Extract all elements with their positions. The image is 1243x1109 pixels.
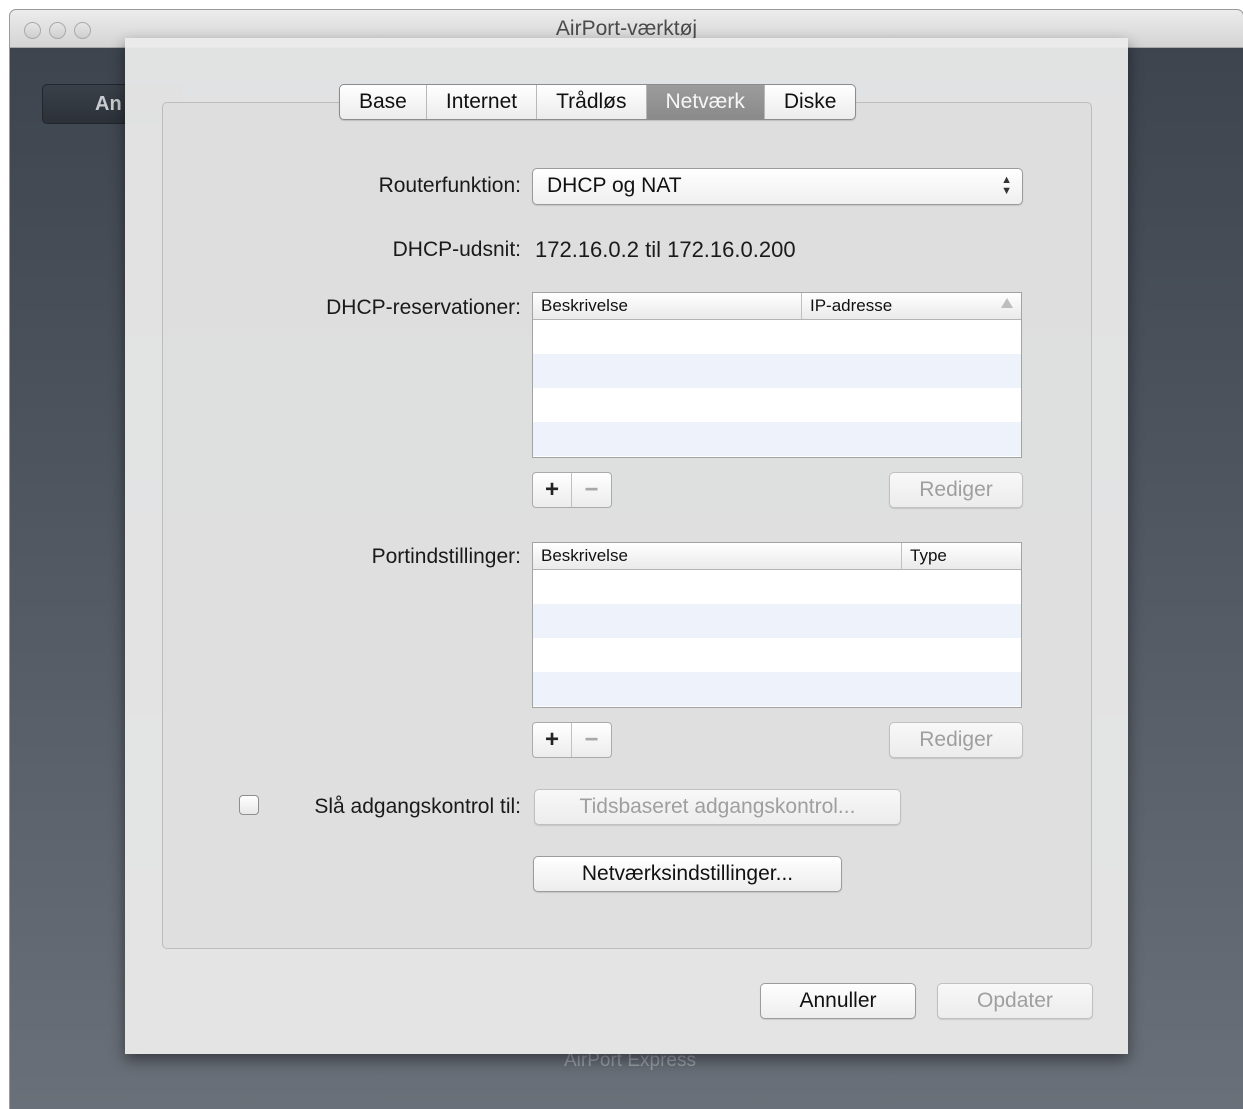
port-add-button[interactable]: + (533, 723, 573, 757)
tab-internet[interactable]: Internet (427, 85, 538, 119)
table-row[interactable] (533, 422, 1021, 456)
router-function-select[interactable]: DHCP og NAT ▲ ▼ (532, 168, 1023, 205)
table-row[interactable] (533, 604, 1021, 638)
port-settings-table[interactable]: Beskrivelse Type (532, 542, 1022, 708)
table-row[interactable] (533, 672, 1021, 706)
dhcp-range-value: 172.16.0.2 til 172.16.0.200 (535, 237, 796, 262)
dhcp-add-remove-control: + − (532, 472, 612, 508)
dhcp-range-label: DHCP-udsnit: (392, 238, 521, 261)
close-window-icon[interactable] (24, 22, 41, 39)
table-row[interactable] (533, 638, 1021, 672)
dhcp-reservations-label: DHCP-reservationer: (326, 296, 521, 319)
tab-base[interactable]: Base (340, 85, 427, 119)
port-remove-button[interactable]: − (572, 723, 611, 757)
router-function-value: DHCP og NAT (547, 174, 682, 197)
minimize-window-icon[interactable] (49, 22, 66, 39)
dhcp-remove-button[interactable]: − (572, 473, 611, 507)
port-edit-button[interactable]: Rediger (889, 722, 1023, 758)
router-function-label: Routerfunktion: (378, 174, 521, 197)
dhcp-add-button[interactable]: + (533, 473, 573, 507)
column-type[interactable]: Type (901, 543, 1017, 569)
sort-ascending-icon (1001, 298, 1013, 308)
table-row[interactable] (533, 354, 1021, 388)
column-ip-address[interactable]: IP-adresse (801, 293, 1021, 319)
dhcp-edit-button[interactable]: Rediger (889, 472, 1023, 508)
tab-disks[interactable]: Diske (765, 85, 856, 119)
table-row[interactable] (533, 388, 1021, 422)
table-header: Beskrivelse IP-adresse (533, 293, 1021, 320)
updown-arrows-icon: ▲ ▼ (1001, 174, 1012, 197)
column-ip-address-label: IP-adresse (810, 296, 893, 315)
update-button[interactable]: Opdater (937, 983, 1093, 1019)
access-control-label[interactable]: Slå adgangskontrol til: (314, 795, 521, 819)
column-description[interactable]: Beskrivelse (533, 543, 901, 569)
network-settings-button[interactable]: Netværksindstillinger... (533, 856, 842, 892)
port-add-remove-control: + − (532, 722, 612, 758)
table-header: Beskrivelse Type (533, 543, 1021, 570)
network-settings-sheet: Base Internet Trådløs Netværk Diske Rout… (125, 38, 1128, 1054)
port-settings-label: Portindstillinger: (371, 545, 521, 568)
tab-wireless[interactable]: Trådløs (537, 85, 647, 119)
dhcp-reservations-table[interactable]: Beskrivelse IP-adresse (532, 292, 1022, 458)
access-control-checkbox[interactable] (239, 795, 259, 815)
table-row[interactable] (533, 320, 1021, 354)
tab-network[interactable]: Netværk (646, 85, 765, 119)
column-description[interactable]: Beskrivelse (533, 293, 801, 319)
timed-access-control-button[interactable]: Tidsbaseret adgangskontrol... (534, 789, 901, 825)
zoom-window-icon[interactable] (74, 22, 91, 39)
cancel-button[interactable]: Annuller (760, 983, 916, 1019)
table-row[interactable] (533, 570, 1021, 604)
tab-bar: Base Internet Trådløs Netværk Diske (339, 84, 857, 120)
